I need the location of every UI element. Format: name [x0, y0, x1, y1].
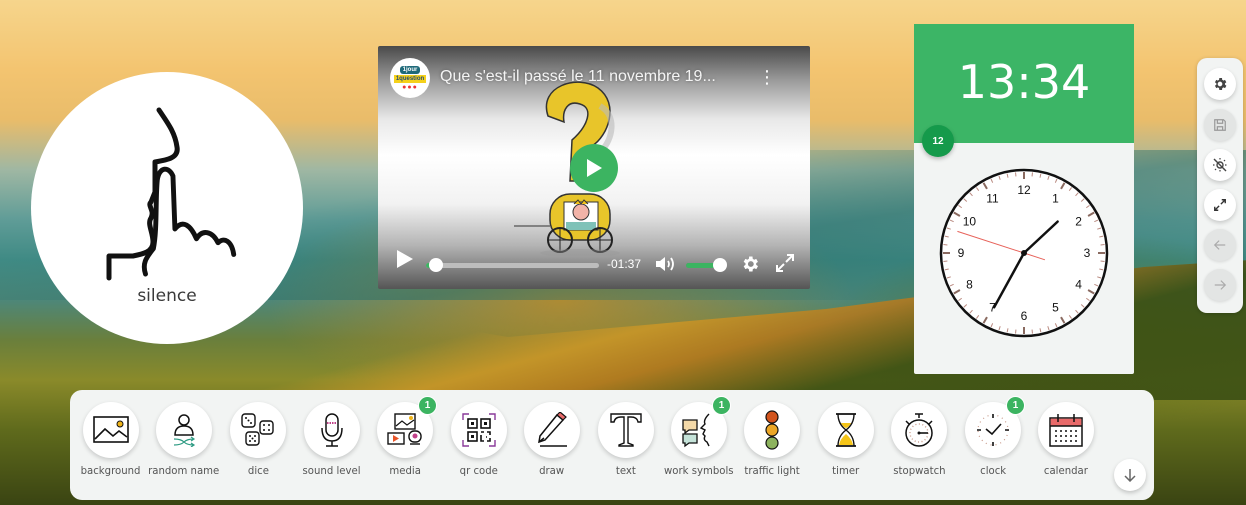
clock-number: 6 — [1021, 309, 1028, 323]
dock-item-background[interactable]: background — [74, 402, 148, 477]
silence-gesture-icon — [106, 107, 237, 281]
hide-widgets-icon — [1213, 158, 1227, 172]
save-icon — [1214, 119, 1226, 131]
dock-item-stopwatch[interactable]: stopwatch — [882, 402, 956, 477]
image-icon — [93, 416, 129, 443]
channel-logo-line1: 1jour — [399, 65, 421, 74]
video-player[interactable]: 1jour 1question ●●● Que s'est-il passé l… — [378, 46, 810, 289]
arrow-right-icon — [1214, 280, 1227, 290]
channel-logo-line2: 1question — [393, 74, 427, 83]
time-remaining: -01:37 — [607, 257, 642, 271]
widget-dock: background random name dice sound level … — [70, 390, 1154, 500]
text-icon — [610, 413, 642, 447]
dock-label: dice — [247, 464, 269, 477]
media-icon — [387, 413, 422, 445]
channel-logo[interactable]: 1jour 1question ●●● — [390, 58, 430, 98]
video-play-button-large[interactable] — [570, 144, 618, 192]
clock-hour-format-badge[interactable]: 12 — [922, 125, 954, 157]
channel-logo-dots: ●●● — [402, 83, 418, 91]
clock-number: 11 — [986, 191, 999, 205]
dice-icon — [241, 413, 274, 446]
dock-item-traffic-light[interactable]: traffic light — [735, 402, 809, 477]
work-symbols-icon — [682, 413, 710, 448]
dock-item-random-name[interactable]: random name — [147, 402, 221, 477]
undo-button[interactable] — [1204, 229, 1236, 261]
dock-label: work symbols — [664, 464, 734, 477]
dock-item-sound-level[interactable]: sound level — [295, 402, 369, 477]
hourglass-icon — [836, 413, 856, 447]
symbol-label: silence — [137, 286, 197, 306]
clock-number: 3 — [1084, 246, 1091, 260]
arrow-left-icon — [1213, 240, 1226, 250]
dock-label: background — [81, 464, 141, 477]
dock-item-timer[interactable]: timer — [809, 402, 883, 477]
play-icon — [587, 159, 602, 177]
dock-item-qr-code[interactable]: qr code — [442, 402, 516, 477]
video-controls: -01:37 — [378, 241, 810, 289]
clock-number: 1 — [1052, 191, 1059, 205]
clock-number: 12 — [1017, 183, 1031, 197]
clock-number: 4 — [1075, 278, 1082, 292]
hide-widgets-button[interactable] — [1204, 149, 1236, 181]
more-options-icon[interactable]: ⋮ — [758, 68, 776, 86]
redo-button[interactable] — [1204, 269, 1236, 301]
dock-label: sound level — [302, 464, 361, 477]
clock-widget[interactable]: 13:34 12 12 1 2 3 4 5 6 7 8 9 10 11 — [914, 24, 1134, 374]
fullscreen-button[interactable] — [1204, 189, 1236, 221]
notification-badge: 1 — [1006, 396, 1025, 415]
random-name-icon — [173, 414, 196, 447]
video-progress-thumb[interactable] — [429, 258, 444, 272]
traffic-light-icon — [765, 410, 779, 450]
side-toolbar — [1197, 58, 1243, 313]
fullscreen-icon[interactable] — [775, 253, 795, 273]
dock-item-draw[interactable]: draw — [515, 402, 589, 477]
arrow-down-icon — [1124, 469, 1136, 482]
clock-number: 10 — [963, 215, 977, 229]
expand-icon — [1214, 199, 1226, 211]
video-progress-bar[interactable] — [426, 258, 599, 272]
dock-label: calendar — [1043, 464, 1089, 477]
analog-clock: 121234567891011 — [939, 168, 1109, 338]
dock-label: random name — [148, 464, 220, 477]
microphone-icon — [321, 413, 343, 447]
clock-icon — [977, 414, 1009, 446]
gear-icon — [1214, 78, 1227, 90]
dock-label: text — [616, 464, 636, 477]
dock-item-clock[interactable]: 1 clock — [956, 396, 1030, 477]
dock-label: traffic light — [744, 464, 800, 477]
dock-item-calendar[interactable]: calendar — [1029, 402, 1103, 477]
clock-number: 8 — [966, 278, 973, 292]
volume-slider[interactable] — [686, 258, 727, 272]
dock-label: stopwatch — [892, 464, 946, 477]
dock-label: timer — [832, 464, 860, 477]
dock-item-media[interactable]: 1 media — [368, 396, 442, 477]
dock-label: clock — [979, 464, 1006, 477]
clock-number: 9 — [958, 246, 965, 260]
notification-badge: 1 — [418, 396, 437, 415]
stopwatch-icon — [905, 413, 933, 447]
clock-center — [1021, 250, 1027, 256]
clock-number: 5 — [1052, 301, 1059, 315]
dock-label: media — [389, 464, 421, 477]
symbol-widget[interactable]: silence — [31, 72, 303, 344]
notification-badge: 1 — [712, 396, 731, 415]
settings-gear-icon[interactable] — [740, 254, 760, 274]
volume-thumb[interactable] — [713, 258, 727, 272]
clock-number: 2 — [1075, 215, 1082, 229]
save-button[interactable] — [1204, 109, 1236, 141]
volume-icon[interactable] — [655, 255, 677, 273]
pencil-icon — [538, 412, 567, 447]
dock-scroll-down-button[interactable] — [1114, 459, 1146, 491]
dock-item-dice[interactable]: dice — [221, 402, 295, 477]
calendar-icon — [1049, 414, 1083, 447]
dock-item-work-symbols[interactable]: 1 work symbols — [662, 396, 736, 477]
dock-label: qr code — [459, 464, 499, 477]
play-icon[interactable] — [396, 249, 414, 269]
qr-code-icon — [462, 413, 496, 447]
digital-clock: 13:34 — [914, 24, 1134, 143]
dock-label: draw — [539, 464, 565, 477]
dock-item-text[interactable]: text — [589, 402, 663, 477]
settings-button[interactable] — [1204, 68, 1236, 100]
